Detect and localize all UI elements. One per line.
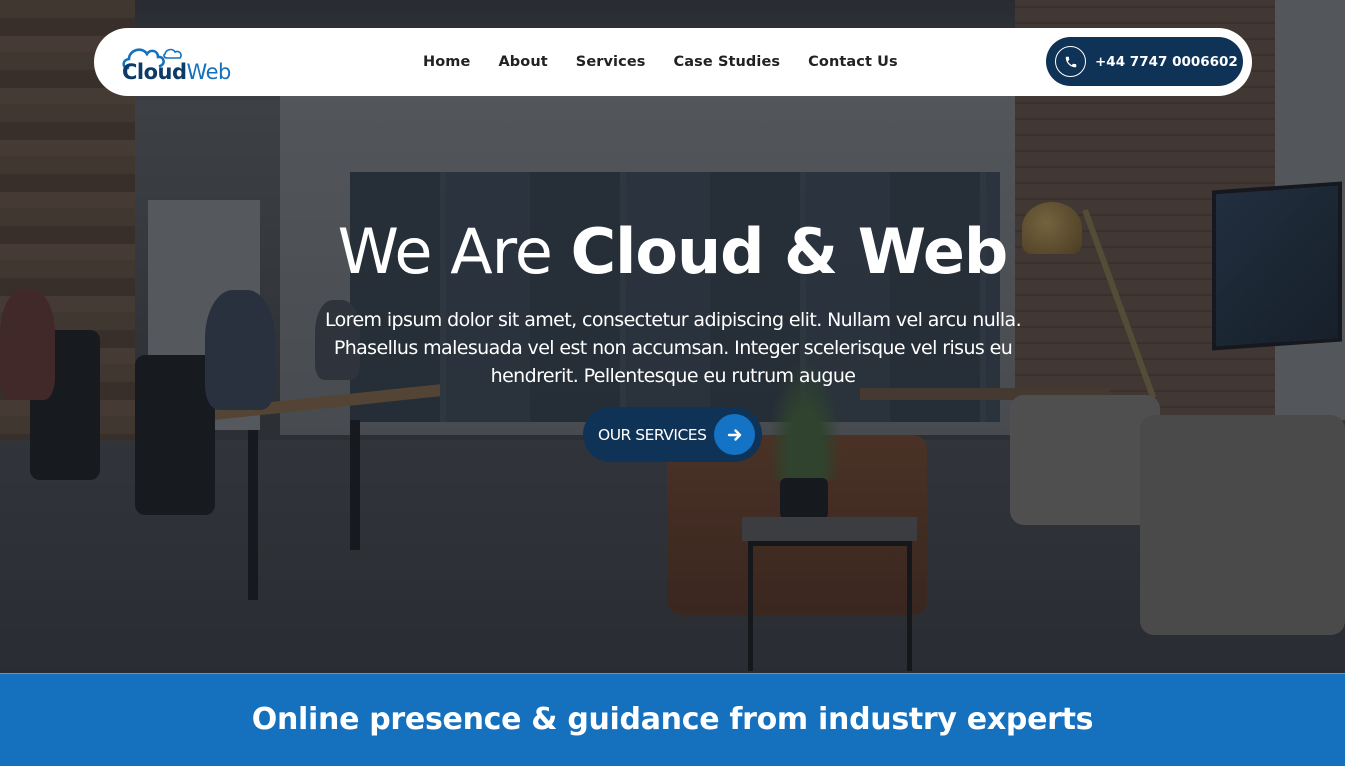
our-services-button[interactable]: OUR SERVICES xyxy=(583,407,762,462)
logo-wordmark: CloudWeb xyxy=(122,60,231,84)
hero-headline: We Are Cloud & Web xyxy=(0,212,1345,292)
hero-headline-bold: Cloud & Web xyxy=(570,215,1009,288)
hero-description: Lorem ipsum dolor sit amet, consectetur … xyxy=(324,309,1022,387)
tagline-banner: Online presence & guidance from industry… xyxy=(0,673,1345,766)
tagline-text: Online presence & guidance from industry… xyxy=(251,702,1094,737)
nav-link-contact-us[interactable]: Contact Us xyxy=(808,54,898,70)
logo-text-cloud: Cloud xyxy=(122,60,187,84)
hero-headline-light: We Are xyxy=(337,215,571,288)
site-logo[interactable]: CloudWeb xyxy=(120,42,235,86)
phone-call-button[interactable]: +44 7747 0006602 xyxy=(1046,37,1243,86)
logo-text-web: Web xyxy=(186,60,232,84)
phone-icon xyxy=(1055,46,1086,77)
our-services-label: OUR SERVICES xyxy=(598,425,707,444)
arrow-right-icon xyxy=(714,414,755,455)
nav-link-home[interactable]: Home xyxy=(423,54,470,70)
navbar: CloudWeb Home About Services Case Studie… xyxy=(94,28,1252,96)
nav-link-about[interactable]: About xyxy=(498,54,547,70)
main-nav: Home About Services Case Studies Contact… xyxy=(423,28,926,96)
nav-link-case-studies[interactable]: Case Studies xyxy=(674,54,781,70)
phone-number: +44 7747 0006602 xyxy=(1095,53,1238,70)
nav-link-services[interactable]: Services xyxy=(576,54,646,70)
